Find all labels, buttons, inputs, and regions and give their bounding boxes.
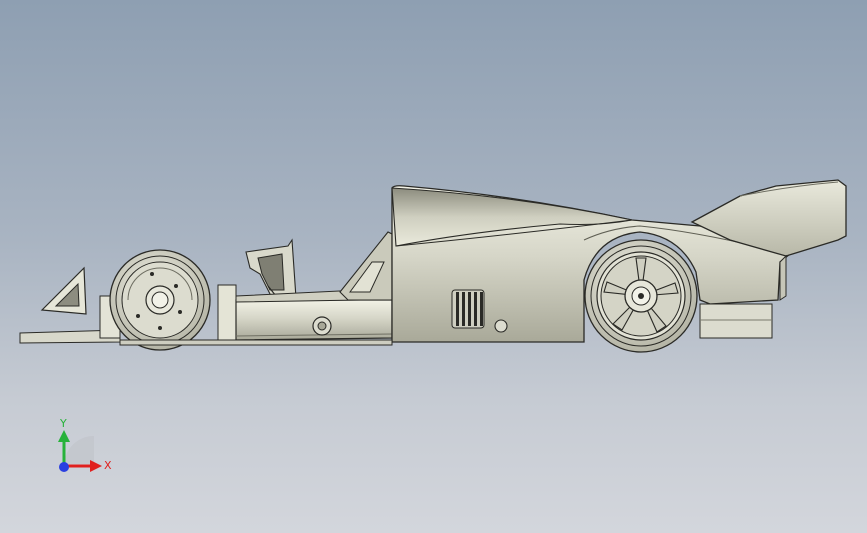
y-axis-label: Y	[59, 417, 67, 430]
y-axis-arrow	[58, 430, 70, 442]
graphics-viewport[interactable]: Y X	[0, 0, 867, 533]
tow-hook	[312, 316, 332, 336]
x-axis-label: X	[104, 459, 112, 472]
race-car-model[interactable]: Y X	[0, 0, 867, 533]
rear-wheel	[584, 239, 698, 353]
front-upright	[217, 284, 237, 343]
side-vent	[451, 289, 485, 329]
z-axis-dot	[59, 462, 69, 472]
front-wing-endplate	[40, 266, 87, 315]
fuel-filler	[494, 319, 508, 333]
x-axis-arrow	[90, 460, 102, 472]
front-wheel	[109, 249, 211, 351]
axis-triad: Y X	[58, 417, 112, 472]
